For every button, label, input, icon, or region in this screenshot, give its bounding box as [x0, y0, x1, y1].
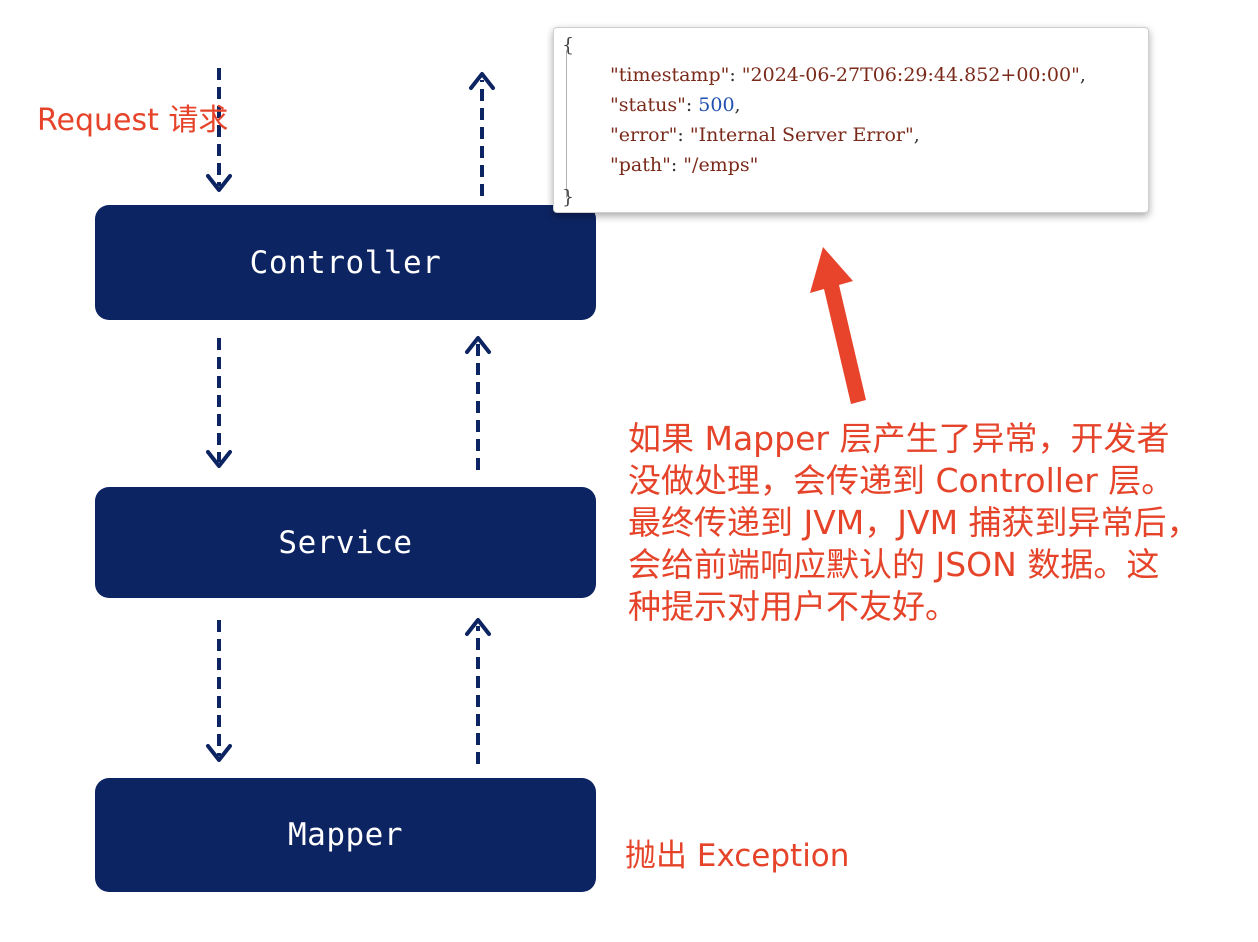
json-value: "/emps": [683, 154, 759, 176]
fold-guide: [566, 50, 567, 198]
json-key: "error": [610, 124, 678, 146]
json-value: 500: [698, 94, 735, 116]
json-separator: :: [729, 64, 742, 86]
request-label: Request 请求: [37, 103, 229, 138]
arrow-service-to-mapper: [206, 620, 232, 762]
json-key: "timestamp": [610, 64, 730, 86]
json-row: "status": 500,: [610, 94, 741, 116]
arrow-response-up: [469, 72, 495, 196]
json-row: "path": "/emps": [610, 154, 758, 176]
service-label: Service: [278, 524, 413, 561]
controller-label: Controller: [249, 244, 442, 281]
mapper-label: Mapper: [288, 817, 403, 853]
throw-exception-label: 抛出 Exception: [625, 838, 850, 874]
json-key: "path": [610, 154, 671, 176]
json-separator: :: [685, 94, 699, 116]
json-close-brace: }: [562, 186, 575, 208]
annotation-text: 如果 Mapper 层产生了异常，开发者 没做处理，会传递到 Controlle…: [628, 418, 1248, 628]
controller-box: Controller: [95, 205, 596, 320]
pointer-arrow: [810, 247, 866, 404]
json-comma: ,: [734, 94, 741, 116]
arrow-service-to-controller: [465, 336, 491, 470]
json-value: "Internal Server Error": [689, 124, 914, 146]
arrow-controller-to-service: [206, 338, 232, 468]
json-response-panel: { "timestamp": "2024-06-27T06:29:44.852+…: [553, 27, 1149, 213]
annotation-line: 种提示对用户不友好。: [628, 587, 958, 626]
mapper-box: Mapper: [95, 778, 596, 892]
json-separator: :: [670, 154, 684, 176]
annotation-line: 会给前端响应默认的 JSON 数据。这: [628, 545, 1160, 584]
json-separator: :: [677, 124, 690, 146]
annotation-line: 如果 Mapper 层产生了异常，开发者: [628, 419, 1170, 458]
annotation-line: 最终传递到 JVM，JVM 捕获到异常后，: [628, 503, 1200, 542]
json-key: "status": [610, 94, 686, 116]
json-comma: ,: [1079, 64, 1086, 86]
arrow-mapper-to-service: [465, 618, 491, 764]
json-comma: ,: [913, 124, 920, 146]
json-value: "2024-06-27T06:29:44.852+00:00": [741, 64, 1080, 86]
json-row: "timestamp": "2024-06-27T06:29:44.852+00…: [610, 64, 1086, 86]
json-row: "error": "Internal Server Error",: [610, 124, 920, 146]
json-open-brace: {: [562, 34, 575, 56]
service-box: Service: [95, 487, 596, 598]
annotation-line: 没做处理，会传递到 Controller 层。: [628, 461, 1175, 500]
